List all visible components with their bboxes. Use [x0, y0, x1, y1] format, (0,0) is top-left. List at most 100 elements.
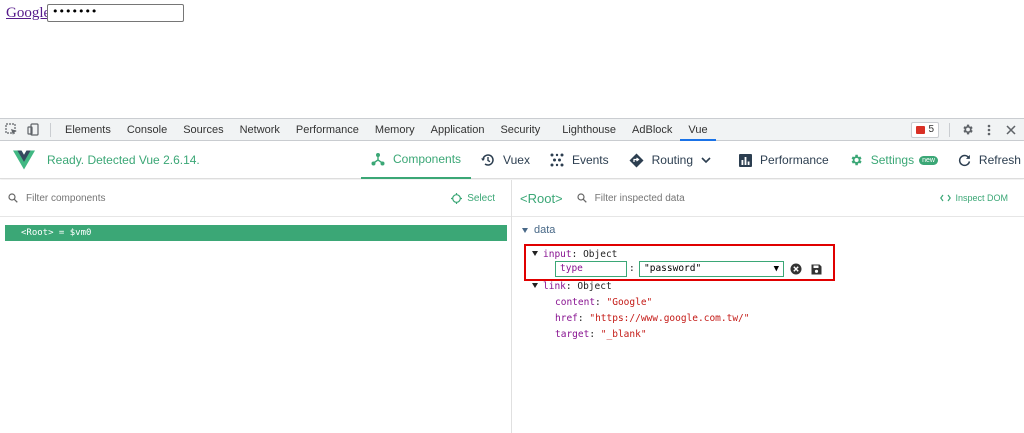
caret-down-icon [532, 283, 538, 288]
toolbar-divider [949, 122, 950, 137]
more-options-icon[interactable] [978, 119, 1000, 141]
inspected-component-title: <Root> [520, 190, 563, 206]
link-colon: : [565, 281, 578, 292]
tab-lighthouse[interactable]: Lighthouse [554, 119, 624, 141]
inspector-panel: <Root> Inspect DOM data input: Object ty… [512, 180, 1024, 433]
link-key: link [543, 281, 566, 292]
nav-settings-label: Settings [870, 153, 915, 167]
data-section-label: data [534, 224, 556, 236]
refresh-icon [958, 154, 971, 166]
filter-components-input[interactable] [26, 192, 452, 204]
error-count: 5 [928, 124, 934, 135]
components-icon [371, 153, 385, 166]
prop-row-href[interactable]: href: "https://www.google.com.tw/" [555, 313, 750, 324]
save-icon[interactable] [809, 262, 823, 276]
link-object-row[interactable]: link: Object [532, 281, 612, 292]
history-icon [481, 154, 494, 166]
inspector-toolbar: <Root> Inspect DOM [512, 180, 1024, 217]
components-panel: Select <Root> = $vm0 [0, 180, 512, 433]
device-toolbar-icon[interactable] [22, 119, 44, 141]
google-link[interactable]: Google [6, 5, 50, 22]
edit-separator: : [629, 263, 635, 274]
toolbar-divider [50, 122, 51, 137]
tab-performance[interactable]: Performance [288, 119, 367, 141]
vue-detected-status: Ready. Detected Vue 2.6.14. [47, 152, 200, 167]
vue-devtools-header: Ready. Detected Vue 2.6.14. Components V… [0, 141, 1024, 179]
edit-value-field[interactable]: "password" ▼ [639, 261, 784, 277]
caret-down-icon [522, 227, 528, 233]
search-icon [577, 193, 587, 203]
error-icon [916, 125, 926, 134]
caret-down-icon [532, 251, 538, 256]
chevron-down-icon [701, 157, 711, 163]
input-key: input [543, 249, 572, 260]
tab-vue[interactable]: Vue [680, 119, 716, 141]
crosshair-icon [451, 192, 463, 204]
devtools-tab-bar: Elements Console Sources Network Perform… [0, 118, 1024, 141]
password-field[interactable]: ••••••• [47, 4, 184, 22]
prop-value: "Google" [606, 297, 653, 308]
nav-vuex-label: Vuex [503, 153, 530, 167]
error-count-badge[interactable]: 5 [911, 121, 939, 138]
prop-row-content[interactable]: content: "Google" [555, 297, 652, 308]
input-colon: : [571, 249, 584, 260]
nav-vuex[interactable]: Vuex [471, 141, 540, 179]
inspect-element-icon[interactable] [0, 119, 22, 141]
bar-chart-icon [739, 153, 753, 167]
page-area: Google ••••••• [0, 0, 1024, 118]
nav-routing[interactable]: Routing [619, 141, 721, 179]
tab-elements[interactable]: Elements [57, 119, 119, 141]
nav-performance-label: Performance [760, 153, 829, 167]
tab-application[interactable]: Application [423, 119, 493, 141]
dropdown-arrow-icon[interactable]: ▼ [774, 262, 779, 276]
input-type: Object [583, 249, 618, 260]
search-icon [8, 193, 18, 203]
prop-value: "_blank" [600, 329, 647, 340]
code-icon [940, 194, 952, 202]
events-icon [550, 153, 564, 167]
tab-adblock[interactable]: AdBlock [624, 119, 680, 141]
link-type: Object [577, 281, 612, 292]
select-component-button[interactable]: Select [451, 192, 495, 204]
cancel-edit-icon[interactable] [789, 262, 803, 276]
close-icon[interactable] [1000, 119, 1022, 141]
settings-icon [851, 154, 862, 166]
edit-key-field[interactable]: type [555, 261, 627, 277]
nav-events[interactable]: Events [540, 141, 619, 179]
input-object-row[interactable]: input: Object [532, 249, 617, 260]
select-label: Select [467, 192, 495, 204]
prop-key: target [555, 329, 590, 340]
prop-colon: : [595, 297, 607, 308]
tab-memory[interactable]: Memory [367, 119, 423, 141]
prop-key: content [555, 297, 596, 308]
nav-performance[interactable]: Performance [729, 141, 839, 179]
tab-network[interactable]: Network [232, 119, 288, 141]
prop-key: href [555, 313, 578, 324]
prop-row-target[interactable]: target: "_blank" [555, 329, 647, 340]
root-component-row[interactable]: <Root> = $vm0 [5, 225, 507, 241]
data-section-header[interactable]: data [522, 224, 555, 236]
nav-components-label: Components [393, 152, 462, 166]
filter-inspected-data-input[interactable] [594, 192, 941, 204]
nav-events-label: Events [571, 153, 609, 167]
tab-security[interactable]: Security [492, 119, 548, 141]
nav-settings[interactable]: Settings new [839, 141, 948, 179]
prop-value: "https://www.google.com.tw/" [589, 313, 750, 324]
components-toolbar: Select [0, 180, 511, 217]
gear-icon[interactable] [956, 119, 978, 141]
prop-colon: : [577, 313, 590, 324]
edit-value-text: "password" [644, 263, 702, 274]
nav-routing-label: Routing [651, 153, 694, 167]
vue-nav: Components Vuex Events Routing Performan… [361, 141, 1024, 179]
nav-components[interactable]: Components [361, 141, 472, 179]
routing-icon [629, 153, 644, 167]
prop-colon: : [589, 329, 601, 340]
devtools-right-controls: 5 [911, 119, 1024, 141]
vue-logo-icon [13, 149, 35, 170]
tab-console[interactable]: Console [119, 119, 175, 141]
tab-sources[interactable]: Sources [175, 119, 231, 141]
nav-refresh[interactable]: Refresh [948, 141, 1024, 179]
new-badge: new [919, 155, 938, 165]
inspect-dom-button[interactable]: Inspect DOM [940, 193, 1008, 203]
inspect-dom-label: Inspect DOM [955, 193, 1008, 203]
